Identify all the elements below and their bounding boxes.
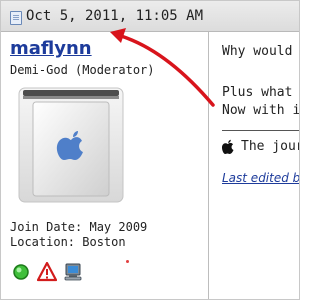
forum-post: Oct 5, 2011, 11:05 AM maflynn Demi-God (…	[0, 0, 300, 300]
computer-icon[interactable]	[63, 262, 83, 282]
power-mac-g4-cube-icon[interactable]	[15, 86, 127, 206]
post-text-line-3: Now with i	[222, 103, 299, 118]
post-content: Why would Plus what a Now with i The jou…	[209, 32, 299, 299]
username-link[interactable]: maflynn	[10, 38, 92, 59]
signature-divider	[222, 130, 299, 131]
post-text-line-1: Why would	[222, 44, 293, 59]
last-edited-link[interactable]: Last edited b	[222, 171, 299, 185]
post-header: Oct 5, 2011, 11:05 AM	[1, 1, 299, 32]
signature-text: The jour	[241, 139, 299, 154]
report-post-icon[interactable]	[37, 262, 57, 282]
post-date: Oct 5, 2011, 11:05 AM	[26, 8, 204, 24]
join-date: Join Date: May 2009	[10, 220, 148, 234]
user-info-panel: maflynn Demi-God (Moderator) Join Date: …	[1, 32, 209, 299]
red-dot	[126, 260, 129, 263]
apple-logo-icon	[221, 139, 234, 154]
user-title: Demi-God (Moderator)	[10, 63, 155, 77]
document-icon	[10, 11, 22, 25]
location: Location: Boston	[10, 235, 126, 249]
online-status-icon	[13, 264, 29, 280]
post-text-line-2: Plus what a	[222, 85, 299, 100]
